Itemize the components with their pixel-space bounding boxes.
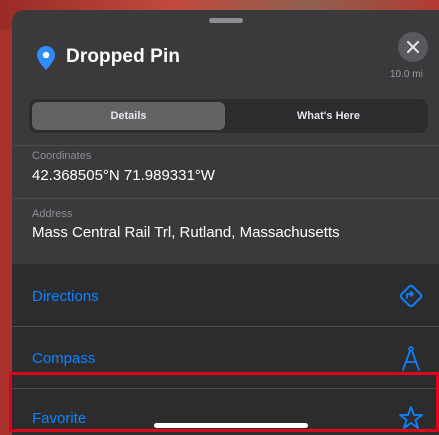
divider xyxy=(12,198,439,199)
tab-details[interactable]: Details xyxy=(32,102,225,130)
divider xyxy=(12,145,439,146)
close-button[interactable] xyxy=(398,32,428,62)
divider xyxy=(12,326,439,327)
address-label: Address xyxy=(32,208,73,220)
close-icon xyxy=(407,41,419,53)
coordinates-label: Coordinates xyxy=(32,150,92,162)
home-indicator xyxy=(154,423,308,428)
sheet-grabber[interactable] xyxy=(209,18,243,23)
segmented-control: Details What's Here xyxy=(29,99,428,133)
address-value[interactable]: Mass Central Rail Trl, Rutland, Massachu… xyxy=(32,224,340,241)
pin-icon xyxy=(37,46,55,70)
place-title: Dropped Pin xyxy=(66,46,181,67)
tab-whats-here[interactable]: What's Here xyxy=(232,102,425,130)
compass-icon[interactable] xyxy=(397,344,425,372)
directions-icon[interactable] xyxy=(397,282,425,310)
coordinates-value[interactable]: 42.368505°N 71.989331°W xyxy=(32,167,215,184)
compass-link[interactable]: Compass xyxy=(32,350,95,367)
directions-link[interactable]: Directions xyxy=(32,288,99,305)
distance-label: 10.0 mi xyxy=(390,69,423,80)
